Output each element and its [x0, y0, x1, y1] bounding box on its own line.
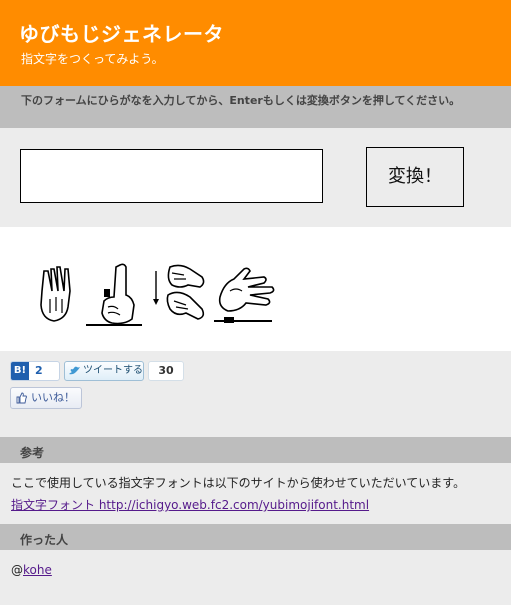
app-header: ゆびもじジェネレータ 指文字をつくってみよう。 [0, 0, 511, 86]
input-form: 変換！ [0, 128, 511, 227]
like-label: いいね！ [31, 391, 75, 404]
reference-text: ここで使用している指文字フォントは以下のサイトから使わせていただいています。 [11, 476, 466, 490]
hand-sign-2-icon [86, 263, 142, 326]
social-buttons: B! 2 ツイートする 30 いいね！ [0, 351, 511, 437]
hatena-count: 2 [35, 364, 43, 377]
hand-sign-3-icon [153, 264, 205, 320]
tweet-count: 30 [148, 361, 184, 381]
app-title: ゆびもじジェネレータ [19, 22, 224, 46]
reference-heading-bar: 参考 [0, 437, 511, 463]
font-site-link[interactable]: 指文字フォント http://ichigyo.web.fc2.com/yubim… [11, 496, 369, 513]
instructions-bar: 下のフォームにひらがなを入力してから、Enterもしくは変換ボタンを押してくださ… [0, 86, 511, 128]
hand-sign-4-icon [214, 267, 275, 323]
hatena-logo-icon: B! [11, 362, 29, 380]
app-subtitle: 指文字をつくってみよう。 [21, 52, 164, 66]
tweet-button[interactable]: ツイートする [64, 361, 144, 381]
author-section: @kohe [0, 550, 511, 605]
like-button[interactable]: いいね！ [10, 387, 82, 409]
reference-heading: 参考 [20, 446, 45, 460]
author-heading-bar: 作った人 [0, 524, 511, 550]
author-prefix: @ [11, 563, 23, 577]
result-area [0, 227, 511, 351]
thumbs-up-icon [16, 392, 27, 404]
instructions-text: 下のフォームにひらがなを入力してから、Enterもしくは変換ボタンを押してくださ… [21, 94, 461, 107]
convert-button[interactable]: 変換！ [366, 147, 464, 207]
hiragana-input[interactable] [20, 149, 323, 203]
twitter-bird-icon [69, 366, 80, 375]
reference-section: ここで使用している指文字フォントは以下のサイトから使わせていただいています。 指… [0, 463, 511, 524]
hand-sign-1-icon [40, 266, 71, 322]
hatena-bookmark-button[interactable]: B! 2 [10, 361, 60, 381]
author-link[interactable]: kohe [23, 563, 52, 577]
author-credit: @kohe [11, 563, 52, 577]
author-heading: 作った人 [20, 533, 69, 547]
tweet-label: ツイートする [83, 365, 143, 376]
